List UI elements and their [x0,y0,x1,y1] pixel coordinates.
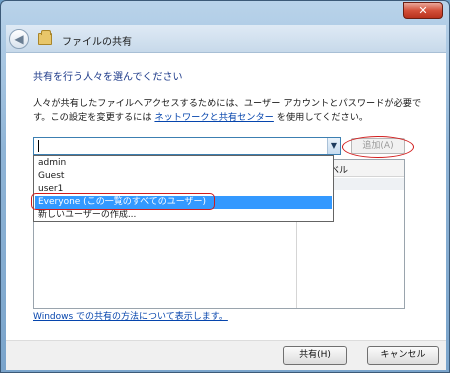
cancel-button[interactable]: キャンセル [367,346,439,365]
file-share-icon [38,30,52,45]
chevron-down-icon: ▼ [330,141,338,150]
sharing-help-link[interactable]: Windows での共有の方法について表示します。 [33,309,228,322]
text-caret [38,140,39,152]
user-dropdown-list[interactable]: admin Guest user1 Everyone (この一覧のすべてのユーザ… [33,155,334,222]
everyone-highlight-ring [31,193,215,210]
dropdown-item-guest[interactable]: Guest [35,170,332,183]
network-sharing-center-link[interactable]: ネットワークと共有センター [154,112,273,123]
description-text: 人々が共有したファイルへアクセスするためには、ユーザー アカウントとパスワードが… [33,97,431,125]
close-button[interactable]: ✕ [403,2,443,19]
back-arrow-icon: ◀ [14,32,24,46]
user-name-combobox[interactable]: ▼ [33,137,341,155]
share-button[interactable]: 共有(H) [283,346,347,365]
dialog-body: 共有を行う人々を選んでください 人々が共有したファイルへアクセスするためには、ユ… [6,53,446,340]
add-button-highlight-ring [342,136,414,158]
instruction-heading: 共有を行う人々を選んでください [33,72,183,83]
window-frame: ✕ ◀ ファイルの共有 共有を行う人々を選んでください 人々が共有したファイルへ… [0,0,450,373]
description-part-2: を使用してください。 [273,112,369,123]
dropdown-item-admin[interactable]: admin [35,157,332,170]
title-bar[interactable]: ✕ [1,1,449,25]
dialog-footer: 共有(H) キャンセル [6,340,446,370]
dialog-title: ファイルの共有 [62,37,132,48]
dialog-header: ◀ ファイルの共有 [6,25,446,53]
dropdown-item-create-new-user[interactable]: 新しいユーザーの作成... [35,209,332,222]
back-button[interactable]: ◀ [9,29,29,49]
combobox-dropdown-button[interactable]: ▼ [327,138,340,154]
close-icon: ✕ [418,4,428,17]
